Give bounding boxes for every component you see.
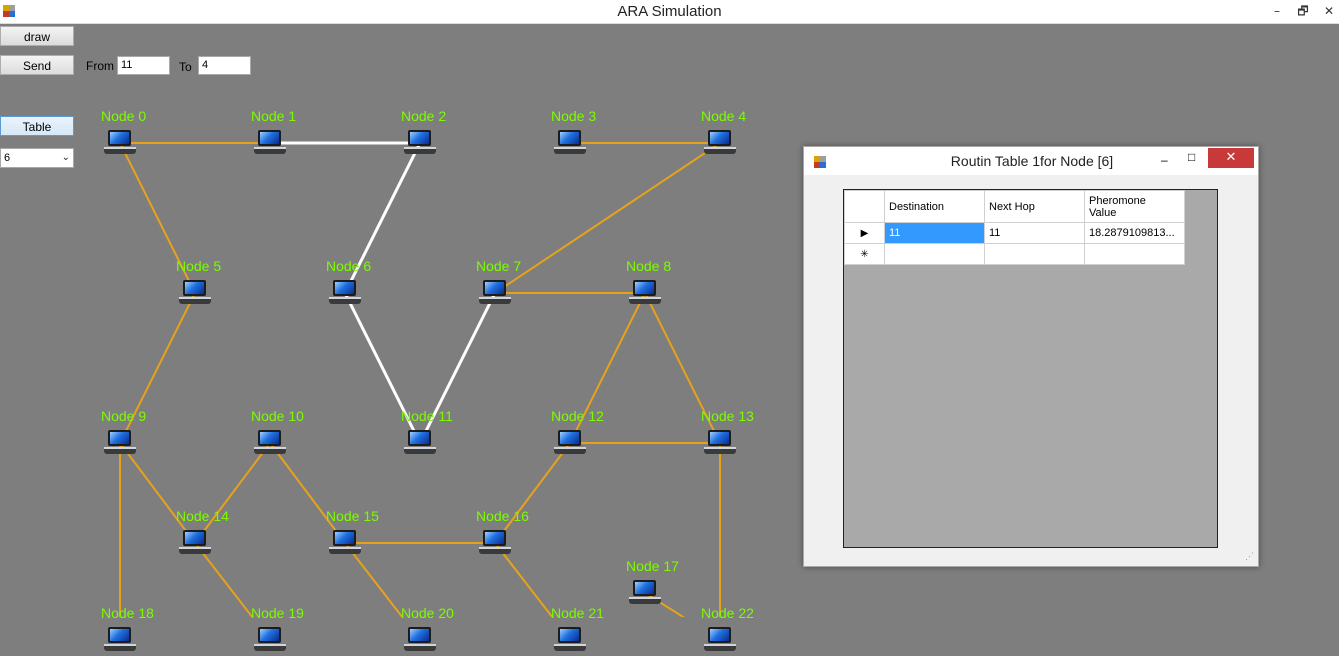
node-label: Node 14: [176, 508, 229, 524]
laptop-icon[interactable]: [254, 626, 286, 656]
column-header-pheromone[interactable]: Pheromone Value: [1084, 190, 1185, 223]
laptop-icon[interactable]: [704, 626, 736, 656]
laptop-icon[interactable]: [629, 579, 661, 609]
cell-next-hop[interactable]: 11: [984, 222, 1085, 244]
node-label: Node 7: [476, 258, 522, 274]
laptop-icon[interactable]: [704, 129, 736, 159]
grid-header-row: Destination Next Hop Pheromone Value: [844, 190, 1185, 223]
laptop-icon[interactable]: [104, 129, 136, 159]
node-label: Node 16: [476, 508, 529, 524]
node-label: Node 17: [626, 558, 679, 574]
laptop-icon[interactable]: [404, 429, 436, 459]
column-header-destination[interactable]: Destination: [884, 190, 985, 223]
routing-window-minimize-button[interactable]: –: [1161, 153, 1168, 167]
laptop-icon[interactable]: [104, 626, 136, 656]
node-label: Node 4: [701, 108, 747, 124]
new-cell-destination[interactable]: [884, 243, 985, 265]
laptop-icon[interactable]: [254, 129, 286, 159]
new-cell-next-hop[interactable]: [984, 243, 1085, 265]
laptop-icon[interactable]: [179, 279, 211, 309]
node-label: Node 0: [101, 108, 147, 124]
node-label: Node 10: [251, 408, 304, 424]
new-row-marker-icon[interactable]: ✳: [844, 243, 885, 265]
new-cell-pheromone[interactable]: [1084, 243, 1185, 265]
node-label: Node 1: [251, 108, 297, 124]
table-row[interactable]: ▶ 11 11 18.2879109813...: [844, 222, 1185, 244]
node-label: Node 2: [401, 108, 447, 124]
cell-pheromone[interactable]: 18.2879109813...: [1084, 222, 1185, 244]
node-label: Node 20: [401, 605, 454, 621]
node-label: Node 15: [326, 508, 379, 524]
laptop-icon[interactable]: [179, 529, 211, 559]
node-label: Node 8: [626, 258, 672, 274]
laptop-icon[interactable]: [554, 626, 586, 656]
column-header-next-hop[interactable]: Next Hop: [984, 190, 1085, 223]
laptop-icon[interactable]: [404, 129, 436, 159]
laptop-icon[interactable]: [404, 626, 436, 656]
routing-data-grid[interactable]: Destination Next Hop Pheromone Value ▶ 1…: [843, 189, 1218, 548]
laptop-icon[interactable]: [104, 429, 136, 459]
node-label: Node 5: [176, 258, 222, 274]
laptop-icon[interactable]: [254, 429, 286, 459]
node-label: Node 22: [701, 605, 754, 621]
laptop-icon[interactable]: [554, 429, 586, 459]
laptop-icon[interactable]: [479, 529, 511, 559]
laptop-icon[interactable]: [629, 279, 661, 309]
resize-grip-icon[interactable]: ⋰: [1245, 551, 1254, 562]
laptop-icon[interactable]: [704, 429, 736, 459]
node-label: Node 12: [551, 408, 604, 424]
node-label: Node 21: [551, 605, 604, 621]
cell-destination[interactable]: 11: [884, 222, 985, 244]
routing-window-titlebar: Routin Table 1for Node [6] – □ ✕: [804, 147, 1258, 175]
node-label: Node 11: [401, 408, 453, 424]
node-label: Node 13: [701, 408, 754, 424]
node-label: Node 18: [101, 605, 154, 621]
node-label: Node 6: [326, 258, 372, 274]
laptop-icon[interactable]: [329, 529, 361, 559]
node-label: Node 19: [251, 605, 304, 621]
laptop-icon[interactable]: [554, 129, 586, 159]
row-header-corner: [844, 190, 885, 223]
node-label: Node 3: [551, 108, 597, 124]
routing-window-close-button[interactable]: ✕: [1208, 148, 1254, 168]
new-row[interactable]: ✳: [844, 243, 1185, 265]
current-row-marker-icon[interactable]: ▶: [844, 222, 885, 244]
laptop-icon[interactable]: [329, 279, 361, 309]
laptop-icon[interactable]: [479, 279, 511, 309]
graph-edge: [494, 142, 721, 294]
node-label: Node 9: [101, 408, 147, 424]
routing-table-window: Routin Table 1for Node [6] – □ ✕ Destina…: [803, 146, 1259, 567]
routing-window-maximize-button[interactable]: □: [1188, 150, 1195, 164]
